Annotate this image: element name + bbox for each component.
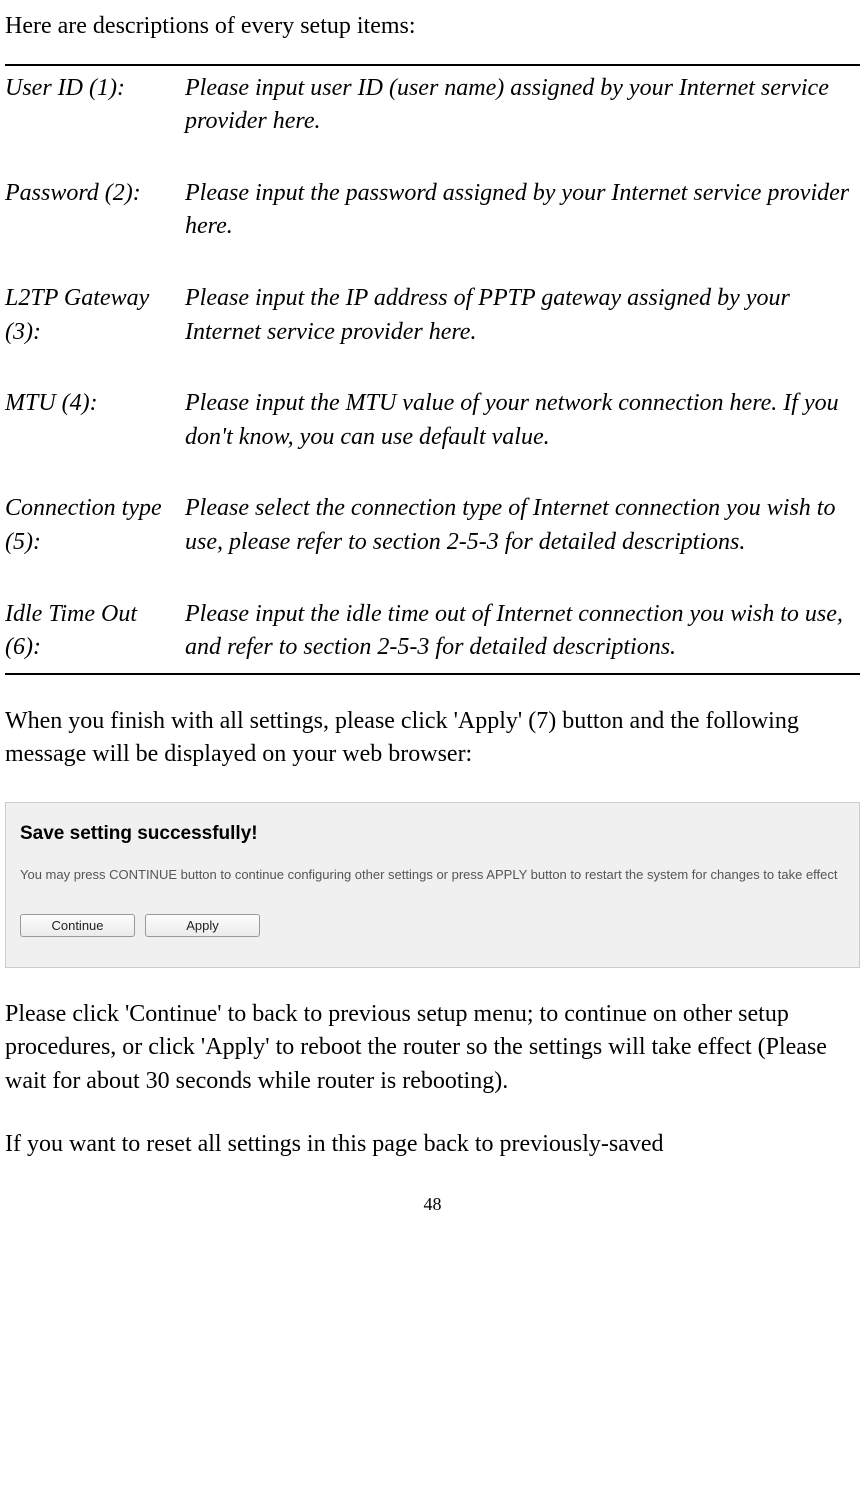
page-number: 48 xyxy=(5,1192,860,1217)
def-row-password: Password (2): Please input the password … xyxy=(5,169,860,252)
def-term: Idle Time Out (6): xyxy=(5,598,185,665)
spacer xyxy=(5,462,860,484)
def-desc: Please input the IP address of PPTP gate… xyxy=(185,282,860,349)
def-row-mtu: MTU (4): Please input the MTU value of y… xyxy=(5,379,860,462)
spacer xyxy=(5,357,860,379)
save-dialog: Save setting successfully! You may press… xyxy=(5,802,860,968)
spacer xyxy=(5,568,860,590)
spacer xyxy=(5,147,860,169)
paragraph-reset-instruction: If you want to reset all settings in thi… xyxy=(5,1128,860,1162)
spacer xyxy=(5,252,860,274)
def-desc: Please input the password assigned by yo… xyxy=(185,177,860,244)
paragraph-continue-instruction: Please click 'Continue' to back to previ… xyxy=(5,998,860,1099)
def-term: MTU (4): xyxy=(5,387,185,454)
def-term: L2TP Gateway (3): xyxy=(5,282,185,349)
def-desc: Please input the idle time out of Intern… xyxy=(185,598,860,665)
def-row-user-id: User ID (1): Please input user ID (user … xyxy=(5,66,860,147)
def-term: Password (2): xyxy=(5,177,185,244)
continue-button[interactable]: Continue xyxy=(20,914,135,937)
dialog-title: Save setting successfully! xyxy=(20,821,845,848)
definitions-table: User ID (1): Please input user ID (user … xyxy=(5,64,860,675)
def-desc: Please select the connection type of Int… xyxy=(185,492,860,559)
intro-text: Here are descriptions of every setup ite… xyxy=(5,10,860,44)
def-row-connection-type: Connection type (5): Please select the c… xyxy=(5,484,860,567)
def-desc: Please input user ID (user name) assigne… xyxy=(185,72,860,139)
paragraph-apply-instruction: When you finish with all settings, pleas… xyxy=(5,705,860,772)
dialog-text: You may press CONTINUE button to continu… xyxy=(20,866,845,884)
def-row-l2tp-gateway: L2TP Gateway (3): Please input the IP ad… xyxy=(5,274,860,357)
dialog-button-row: Continue Apply xyxy=(20,914,845,937)
def-term: User ID (1): xyxy=(5,72,185,139)
apply-button[interactable]: Apply xyxy=(145,914,260,937)
def-term: Connection type (5): xyxy=(5,492,185,559)
def-desc: Please input the MTU value of your netwo… xyxy=(185,387,860,454)
def-row-idle-time-out: Idle Time Out (6): Please input the idle… xyxy=(5,590,860,673)
